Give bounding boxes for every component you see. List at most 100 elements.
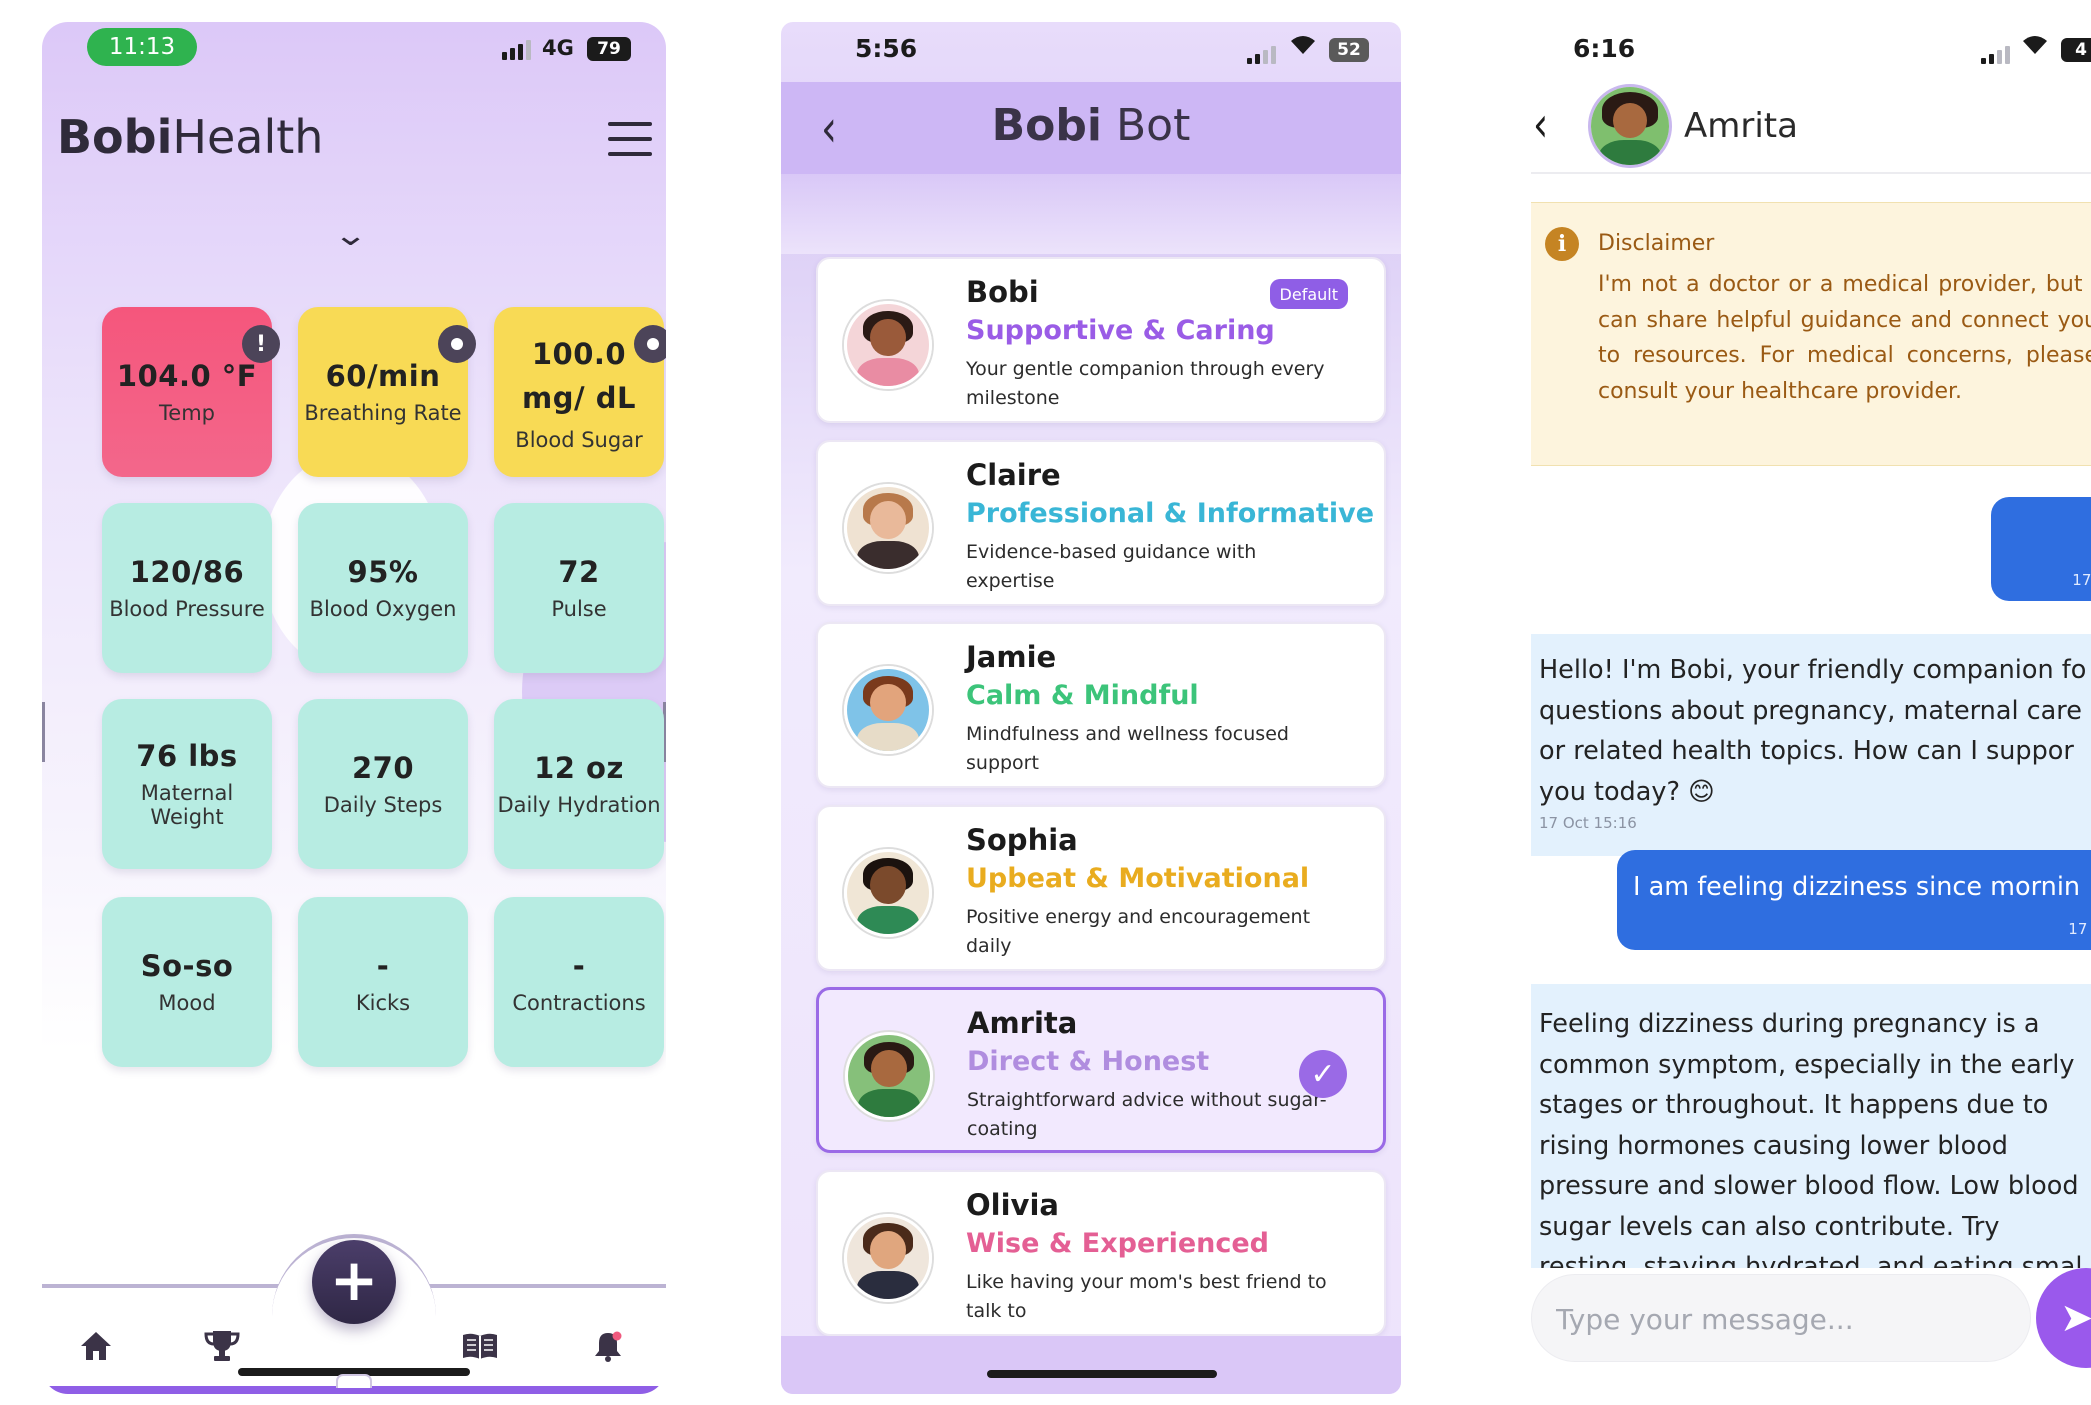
home-icon[interactable]: [76, 1326, 116, 1366]
vital-label: Blood Oxygen: [309, 597, 457, 621]
app-logo: BobiHealth: [57, 110, 323, 164]
bot-card-olivia[interactable]: Olivia Wise & Experienced Like having your…: [816, 1169, 1386, 1336]
page-title: Bobi Bot: [781, 100, 1401, 151]
bot-description: Mindfulness and wellness focused support: [966, 723, 1289, 774]
vital-value: 104.0 °F: [116, 359, 258, 393]
vital-tile[interactable]: - Contractions: [494, 897, 664, 1067]
contact-name: Amrita: [1684, 106, 1798, 146]
status-time: 6:16: [1573, 34, 1636, 63]
vital-label: Maternal Weight: [140, 781, 234, 829]
bot-name: Claire: [966, 457, 1061, 492]
bot-card-amrita[interactable]: Amrita Direct & Honest Straightforward adv…: [816, 987, 1386, 1153]
chevron-down-icon[interactable]: ⌄: [333, 218, 368, 253]
bot-name: Olivia: [966, 1187, 1059, 1222]
bot-name: Bobi: [966, 275, 1039, 309]
info-icon: i: [1545, 227, 1579, 261]
vital-label: Daily Steps: [323, 793, 443, 817]
vital-value: 270: [351, 751, 415, 785]
status-bar: 5:56 52: [781, 22, 1401, 82]
vital-label: Kicks: [355, 991, 411, 1015]
user-message[interactable]: 17 Oct 15:: [1991, 497, 2091, 601]
bot-name: Sophia: [966, 822, 1078, 857]
vital-tile[interactable]: 95% Blood Oxygen: [298, 503, 468, 673]
vital-value: -: [376, 949, 390, 983]
book-icon[interactable]: [460, 1326, 500, 1366]
bot-message[interactable]: Feeling dizziness during pregnancy is a …: [1531, 984, 2091, 1268]
bot-card-bobi[interactable]: Bobi Supportive & Caring Your gentle compa…: [816, 257, 1386, 423]
wifi-icon: [2021, 34, 2049, 62]
header-gradient: [781, 174, 1401, 254]
vital-tile[interactable]: 60/min Breathing Rate: [298, 307, 476, 477]
message-text: I am feeling dizziness since mornin: [1633, 872, 2081, 902]
message-input-wrap: [1531, 1274, 2031, 1362]
vital-value: 60/min: [325, 359, 441, 393]
vital-tile[interactable]: - Kicks: [298, 897, 468, 1067]
send-icon[interactable]: ➤: [2036, 1268, 2091, 1368]
status-bar: 6:16 4: [1531, 22, 2091, 82]
contact-avatar[interactable]: [1588, 84, 1672, 168]
vital-tile[interactable]: 76 lbs Maternal Weight: [102, 699, 272, 869]
title-light: Bot: [1115, 100, 1191, 151]
bot-avatar: [845, 1032, 933, 1120]
title-bold: Bobi: [991, 100, 1102, 151]
trophy-icon[interactable]: [202, 1326, 242, 1366]
bot-avatar: [844, 483, 932, 572]
vital-label: Contractions: [512, 991, 646, 1015]
chat-screen: 6:16 4 ‹ Amrita i ✕ Disclaimer I'm not a…: [1531, 22, 2091, 1394]
bot-avatar: [844, 666, 932, 754]
home-indicator: [987, 1370, 1217, 1378]
message-input[interactable]: [1556, 1299, 1996, 1339]
vital-value: So-so: [140, 949, 234, 983]
wifi-icon: [1289, 34, 1317, 62]
vital-value: 120/86: [129, 555, 245, 589]
bot-avatar: [844, 1213, 932, 1302]
add-button[interactable]: +: [312, 1240, 396, 1324]
status-dot-icon: [438, 325, 476, 363]
vital-value: 100.0 mg/ dL: [522, 337, 636, 415]
vital-tile[interactable]: 104.0 °F Temp!: [102, 307, 280, 477]
alert-icon: !: [242, 325, 280, 363]
battery-icon: 52: [1329, 38, 1369, 62]
dashboard-screen: 11:13 4G 79 BobiHealth ⌄ 104.0 °F Temp! 60…: [42, 22, 666, 1394]
bot-card-sophia[interactable]: Sophia Upbeat & Motivational Positive ener…: [816, 804, 1386, 971]
bell-icon[interactable]: [588, 1326, 628, 1366]
bot-description: Straightforward advice without sugar-coa…: [967, 1089, 1327, 1140]
vital-label: Daily Hydration: [497, 793, 661, 817]
bot-card-jamie[interactable]: Jamie Calm & Mindful Mindfulness and welln…: [816, 622, 1386, 788]
bot-card-claire[interactable]: Claire Professional & Informative Evidence…: [816, 439, 1386, 606]
bot-message[interactable]: Hello! I'm Bobi, your friendly companion…: [1531, 634, 2091, 856]
status-time: 5:56: [855, 34, 918, 63]
menu-icon[interactable]: [608, 122, 652, 156]
disclaimer-banner: i ✕ Disclaimer I'm not a doctor or a med…: [1531, 202, 2091, 466]
signal-icon: [1247, 46, 1276, 64]
vital-value: 76 lbs: [136, 739, 238, 773]
bot-description: Positive energy and encouragement daily: [966, 905, 1311, 957]
disclaimer-title: Disclaimer: [1598, 231, 1715, 256]
bot-name: Amrita: [967, 1006, 1078, 1040]
vital-value: 12 oz: [534, 751, 624, 785]
bot-select-screen: 5:56 52 ‹ Bobi Bot Bobi Supportive & Cari…: [781, 22, 1401, 1394]
footer-bar: [781, 1336, 1401, 1394]
network-label: 4G: [542, 36, 574, 60]
message-time: 17 Oct 15:16: [1539, 814, 1637, 832]
message-text: Hello! I'm Bobi, your friendly companion…: [1539, 655, 2087, 807]
user-message[interactable]: I am feeling dizziness since mornin 17 O…: [1617, 850, 2091, 950]
bot-personality: Direct & Honest: [967, 1046, 1210, 1077]
status-dot-icon: [634, 325, 666, 363]
signal-icon: [502, 40, 531, 60]
vital-label: Pulse: [551, 597, 607, 621]
scroll-edge: [42, 702, 45, 762]
bot-avatar: [844, 301, 932, 389]
vital-value: -: [572, 949, 586, 983]
vital-tile[interactable]: 72 Pulse: [494, 503, 664, 673]
back-icon[interactable]: ‹: [1533, 95, 1548, 152]
battery-icon: 79: [587, 37, 631, 61]
vital-tile[interactable]: 12 oz Daily Hydration: [494, 699, 664, 869]
vital-tile[interactable]: 270 Daily Steps: [298, 699, 468, 869]
vital-value: 95%: [347, 555, 419, 589]
vital-tile[interactable]: 120/86 Blood Pressure: [102, 503, 272, 673]
logo-bold: Bobi: [57, 110, 173, 164]
vital-tile[interactable]: 100.0 mg/ dL Blood Sugar: [494, 307, 666, 477]
vital-tile[interactable]: So-so Mood: [102, 897, 272, 1067]
vital-label: Temp: [159, 401, 215, 425]
